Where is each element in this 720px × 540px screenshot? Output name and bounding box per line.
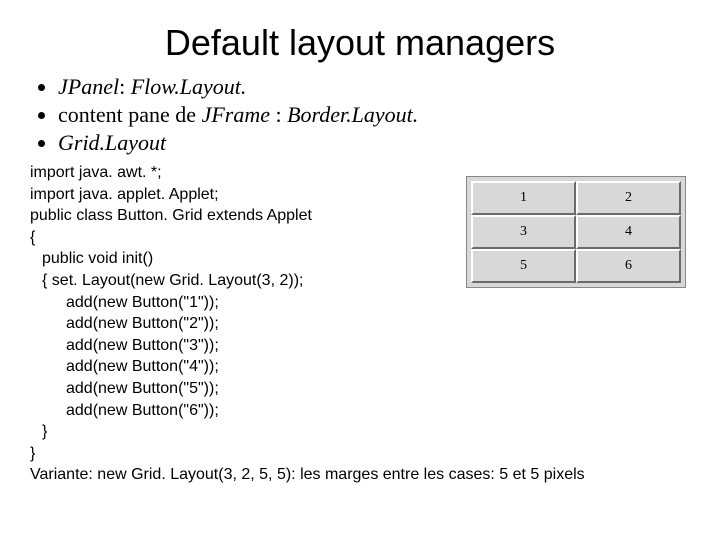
code-line: } <box>30 443 456 465</box>
bullet-item: content pane de JFrame : Border.Layout. <box>58 102 690 128</box>
code-line: public class Button. Grid extends Applet <box>30 205 456 227</box>
code-line: add(new Button("4")); <box>30 356 456 378</box>
code-line: add(new Button("1")); <box>30 292 456 314</box>
code-block: import java. awt. *; import java. applet… <box>30 162 456 464</box>
code-line: add(new Button("5")); <box>30 378 456 400</box>
code-line: import java. applet. Applet; <box>30 184 456 206</box>
code-line: import java. awt. *; <box>30 162 456 184</box>
bullet-text: JPanel <box>58 74 119 99</box>
bullet-list: JPanel: Flow.Layout. content pane de JFr… <box>30 74 690 156</box>
code-line: { <box>30 227 456 249</box>
grid-button-3[interactable]: 3 <box>471 215 576 249</box>
bullet-mid: JFrame <box>202 102 270 127</box>
variant-note: Variante: new Grid. Layout(3, 2, 5, 5): … <box>30 466 690 484</box>
bullet-text: Grid.Layout <box>58 130 166 155</box>
code-line: add(new Button("3")); <box>30 335 456 357</box>
code-line: add(new Button("6")); <box>30 400 456 422</box>
grid-button-5[interactable]: 5 <box>471 249 576 283</box>
slide: Default layout managers JPanel: Flow.Lay… <box>0 0 720 494</box>
code-line: { set. Layout(new Grid. Layout(3, 2)); <box>30 270 456 292</box>
variant-pre: Variante: new Grid. Layout(3, 2, <box>30 466 259 483</box>
variant-highlight: 5, 5 <box>259 466 286 483</box>
grid-button-6[interactable]: 6 <box>576 249 681 283</box>
bullet-item: Grid.Layout <box>58 130 690 156</box>
bullet-sep: : <box>119 74 131 99</box>
grid-button-4[interactable]: 4 <box>576 215 681 249</box>
page-title: Default layout managers <box>30 22 690 64</box>
variant-post: ): les marges entre les cases: 5 et 5 pi… <box>286 466 585 483</box>
code-line: add(new Button("2")); <box>30 313 456 335</box>
grid-container: 1 2 3 4 5 6 <box>466 176 686 288</box>
bullet-text: content pane de <box>58 102 202 127</box>
bullet-item: JPanel: Flow.Layout. <box>58 74 690 100</box>
grid-button-2[interactable]: 2 <box>576 181 681 215</box>
bullet-sep: : <box>270 102 287 127</box>
bullet-suffix: Flow.Layout. <box>131 74 247 99</box>
code-line: } <box>30 421 456 443</box>
grid-button-1[interactable]: 1 <box>471 181 576 215</box>
code-and-figure: import java. awt. *; import java. applet… <box>30 162 690 464</box>
code-line: public void init() <box>30 248 456 270</box>
grid-layout-figure: 1 2 3 4 5 6 <box>466 176 686 288</box>
bullet-suffix: Border.Layout. <box>287 102 418 127</box>
